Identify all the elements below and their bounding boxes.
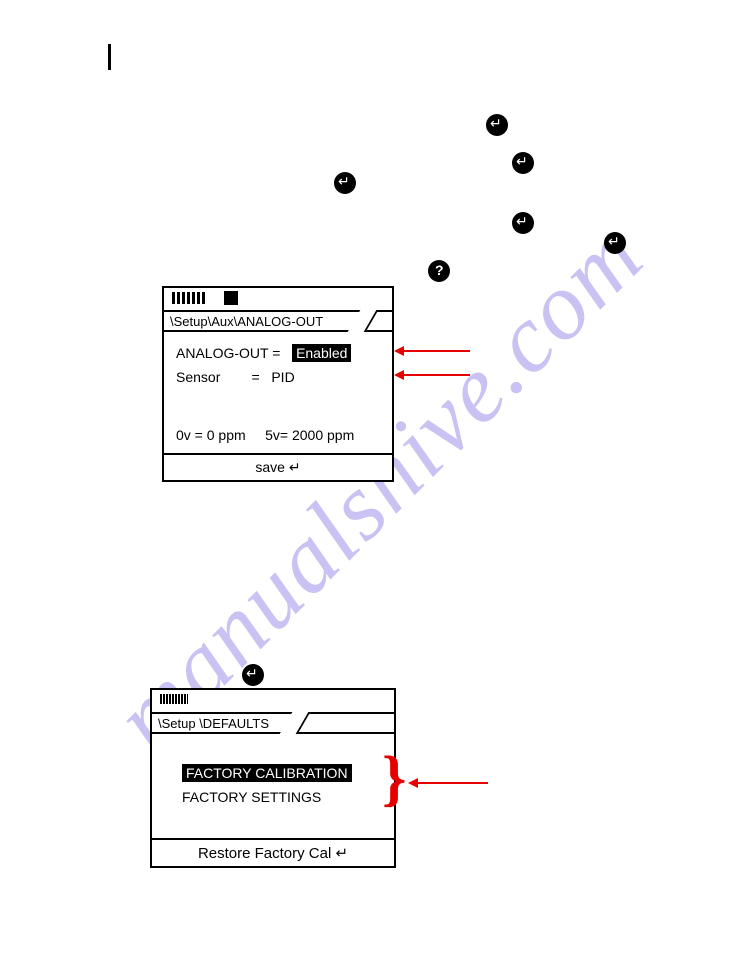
analog-out-value[interactable]: Enabled [292,344,351,362]
brace-icon: } [382,748,406,810]
sensor-value[interactable]: PID [271,369,294,385]
restore-button[interactable]: Restore Factory Cal ↵ [152,838,394,866]
text-cursor [108,44,111,70]
enter-icon [512,212,534,234]
question-icon [428,260,450,282]
battery-icon [172,292,206,304]
breadcrumb: \Setup \DEFAULTS [158,716,275,731]
equals: = [251,369,259,385]
menu-item-factory-calibration[interactable]: FACTORY CALIBRATION [182,764,352,782]
callout-arrow [418,782,488,784]
stop-icon [224,291,238,305]
zero-volt-label: 0v = 0 ppm [176,427,246,443]
device-screen-defaults: \Setup \DEFAULTS FACTORY CALIBRATION FAC… [150,688,396,868]
device-screen-analog-out: \Setup\Aux\ANALOG-OUT ANALOG-OUT = Enabl… [162,286,394,482]
five-volt-label: 5v= 2000 ppm [265,427,354,443]
enter-icon [242,664,264,686]
enter-icon [334,172,356,194]
enter-icon [604,232,626,254]
breadcrumb: \Setup\Aux\ANALOG-OUT [170,314,329,329]
callout-arrow [404,374,470,376]
menu-item-factory-settings[interactable]: FACTORY SETTINGS [182,789,321,805]
enter-icon [512,152,534,174]
equals: = [272,345,280,361]
sensor-label: Sensor [176,369,220,385]
save-button[interactable]: save ↵ [164,453,392,480]
barcode-icon [160,694,188,704]
analog-out-label: ANALOG-OUT [176,345,268,361]
callout-arrow [404,350,470,352]
enter-icon [486,114,508,136]
